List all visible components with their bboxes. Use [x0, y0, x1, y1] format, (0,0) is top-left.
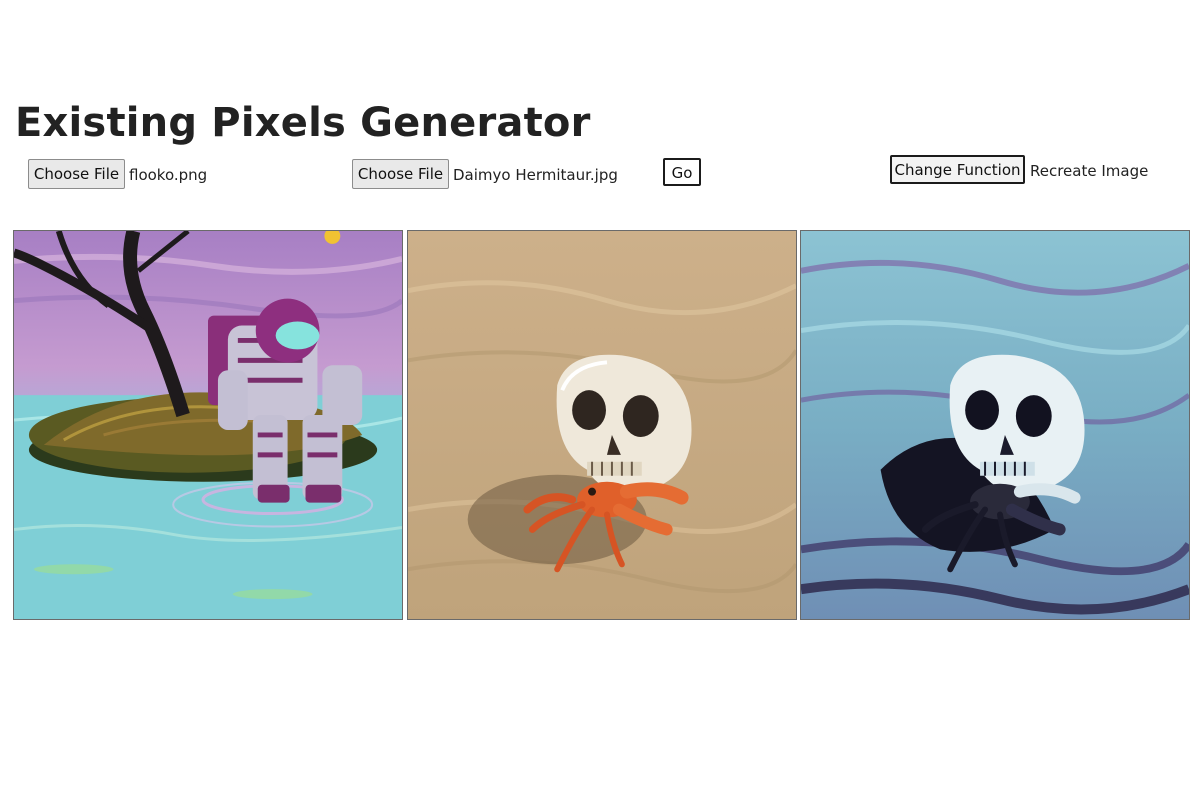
page: Existing Pixels Generator Choose File fl…: [0, 0, 1200, 800]
current-function-label: Recreate Image: [1030, 162, 1149, 180]
page-title: Existing Pixels Generator: [15, 100, 591, 146]
choose-file-button-1[interactable]: Choose File: [28, 159, 125, 189]
change-function-button[interactable]: Change Function: [890, 155, 1025, 184]
file-name-1: flooko.png: [129, 166, 208, 184]
source-image-1: [13, 230, 403, 620]
source-image-2: [407, 230, 797, 620]
go-button[interactable]: Go: [663, 158, 701, 186]
file-name-2: Daimyo Hermitaur.jpg: [453, 166, 618, 184]
choose-file-button-2[interactable]: Choose File: [352, 159, 449, 189]
result-image: [800, 230, 1190, 620]
